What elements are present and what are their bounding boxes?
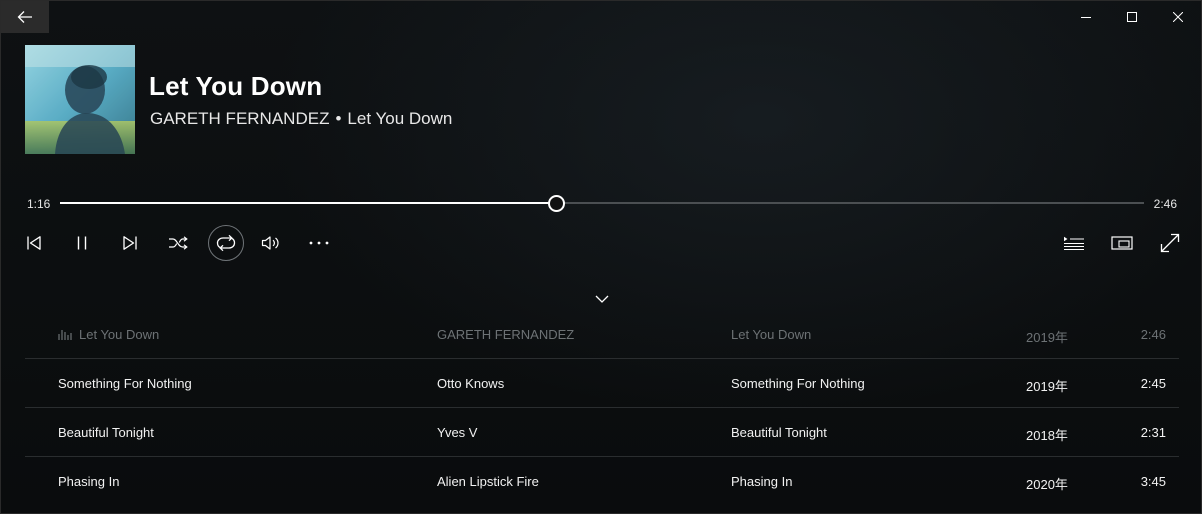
queue-title: Let You Down [79, 327, 160, 342]
close-icon [1173, 12, 1183, 22]
queue-artist[interactable]: Alien Lipstick Fire [437, 474, 539, 489]
queue-year: 2020年 [1026, 477, 1068, 492]
repeat-icon [216, 234, 236, 252]
repeat-button[interactable] [208, 225, 244, 261]
queue-row[interactable]: Something For Nothing Otto Knows Something… [25, 359, 1179, 408]
previous-button[interactable] [18, 227, 50, 259]
shuffle-icon [169, 236, 188, 250]
chevron-down-icon [595, 295, 609, 303]
artist-link[interactable]: GARETH FERNANDEZ [150, 109, 329, 128]
now-playing-bars-icon [58, 330, 72, 340]
queue-artist[interactable]: Otto Knows [437, 376, 504, 391]
queue-title: Phasing In [58, 474, 120, 489]
maximize-icon [1127, 12, 1137, 22]
queue-album[interactable]: Beautiful Tonight [731, 425, 827, 440]
minimize-icon [1081, 17, 1091, 18]
album-art [25, 45, 135, 154]
total-time: 2:46 [1153, 197, 1177, 211]
queue-title: Beautiful Tonight [58, 425, 154, 440]
seek-thumb[interactable] [548, 195, 565, 212]
queue-year: 2019年 [1026, 379, 1068, 394]
pause-icon [77, 236, 87, 250]
seek-bar[interactable] [60, 202, 1144, 204]
queue-row[interactable]: Let You Down GARETH FERNANDEZ Let You Down… [25, 310, 1179, 359]
seek-bar-progress [60, 202, 556, 204]
collapse-button[interactable] [591, 289, 613, 309]
now-playing-list-button[interactable] [1058, 227, 1090, 259]
shuffle-button[interactable] [162, 227, 194, 259]
back-button[interactable] [1, 1, 49, 33]
mini-player-button[interactable] [1106, 227, 1138, 259]
queue-title: Something For Nothing [58, 376, 192, 391]
arrow-left-icon [17, 11, 32, 23]
pause-button[interactable] [66, 227, 98, 259]
queue-duration: 2:45 [1140, 376, 1166, 391]
mini-player-icon [1111, 236, 1133, 250]
skip-next-icon [123, 236, 137, 250]
full-screen-button[interactable] [1154, 227, 1186, 259]
queue-album[interactable]: Phasing In [731, 474, 792, 489]
queue-artist[interactable]: GARETH FERNANDEZ [437, 327, 574, 342]
media-player-window: Let You Down GARETH FERNANDEZ • Let You Do… [0, 0, 1202, 514]
elapsed-time: 1:16 [27, 197, 51, 211]
queue-row[interactable]: Phasing In Alien Lipstick Fire Phasing In 2… [25, 457, 1179, 506]
queue-duration: 2:46 [1140, 327, 1166, 342]
queue-album[interactable]: Let You Down [731, 327, 811, 342]
more-icon [309, 241, 329, 245]
more-options-button[interactable] [303, 227, 335, 259]
full-screen-icon [1160, 233, 1180, 253]
queue-row[interactable]: Beautiful Tonight Yves V Beautiful Tonight… [25, 408, 1179, 457]
queue-artist[interactable]: Yves V [437, 425, 477, 440]
window-caption-buttons [1063, 1, 1201, 33]
song-subtitle: GARETH FERNANDEZ • Let You Down [150, 109, 452, 129]
queue-duration: 3:45 [1140, 474, 1166, 489]
volume-button[interactable] [255, 227, 287, 259]
song-title: Let You Down [149, 71, 323, 101]
album-link[interactable]: Let You Down [347, 109, 452, 128]
now-playing-list-icon [1064, 236, 1084, 250]
queue-duration: 2:31 [1140, 425, 1166, 440]
queue-year: 2018年 [1026, 428, 1068, 443]
skip-previous-icon [27, 236, 41, 250]
maximize-button[interactable] [1109, 1, 1155, 33]
queue-album[interactable]: Something For Nothing [731, 376, 865, 391]
queue-year: 2019年 [1026, 330, 1068, 345]
close-button[interactable] [1155, 1, 1201, 33]
queue-list: Let You Down GARETH FERNANDEZ Let You Down… [25, 310, 1179, 506]
next-button[interactable] [114, 227, 146, 259]
separator: • [335, 109, 342, 128]
minimize-button[interactable] [1063, 1, 1109, 33]
volume-icon [261, 236, 279, 250]
